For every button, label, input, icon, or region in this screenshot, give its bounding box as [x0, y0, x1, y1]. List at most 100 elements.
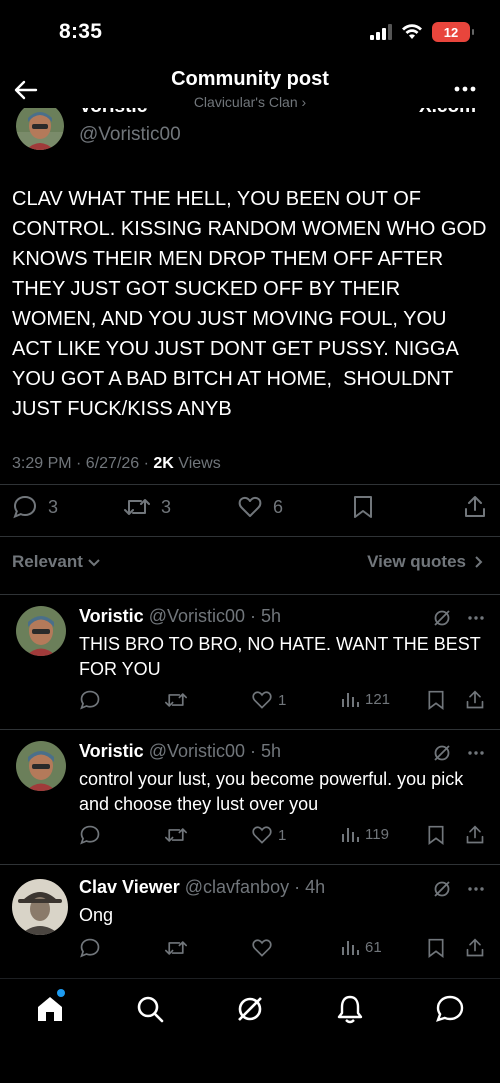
views-button[interactable]: 61	[340, 937, 382, 957]
reply-icon	[13, 495, 37, 519]
reply-author-handle[interactable]: @clavfanboy · 4h	[185, 877, 325, 897]
avatar[interactable]	[12, 879, 68, 935]
like-count: 1	[278, 826, 287, 844]
avatar[interactable]	[16, 108, 64, 150]
grok-icon[interactable]	[234, 993, 266, 1025]
more-icon[interactable]	[466, 743, 486, 763]
reply-header: Voristic @Voristic00 · 5h	[79, 606, 281, 627]
grok-icon[interactable]	[432, 608, 452, 628]
divider	[0, 536, 500, 537]
like-button[interactable]	[251, 937, 278, 959]
reply-button[interactable]	[79, 937, 101, 959]
reply-icon	[80, 690, 100, 710]
reply-top-icons	[432, 879, 486, 899]
reply-text: THIS BRO TO BRO, NO HATE. WANT THE BEST …	[79, 634, 481, 679]
bookmark-button[interactable]	[426, 937, 446, 959]
reply-item[interactable]: Voristic @Voristic00 · 5h THIS BRO TO BR…	[0, 594, 500, 728]
like-button[interactable]: 1	[251, 824, 286, 846]
repost-icon	[165, 693, 187, 707]
bookmark-icon	[428, 938, 444, 958]
bookmark-icon	[428, 825, 444, 845]
reply-actions: 1 119	[0, 824, 500, 848]
post-timestamp: 3:29 PM · 6/27/26 ·	[12, 455, 154, 472]
grok-icon[interactable]	[432, 879, 452, 899]
more-icon[interactable]	[466, 879, 486, 899]
more-icon[interactable]	[452, 76, 478, 102]
repost-icon	[124, 499, 150, 515]
status-icons: 12	[370, 22, 474, 42]
repost-button[interactable]	[164, 689, 188, 711]
avatar[interactable]	[16, 606, 66, 656]
reply-button[interactable]	[79, 824, 101, 846]
repost-button[interactable]: 3	[123, 494, 171, 520]
reply-header: Voristic @Voristic00 · 5h	[79, 741, 281, 762]
share-button[interactable]	[465, 937, 485, 959]
signal-icon	[370, 24, 392, 40]
reply-top-icons	[432, 608, 486, 628]
home-icon[interactable]	[34, 993, 66, 1025]
page-title: Community post	[171, 68, 329, 90]
sort-bar: Relevant View quotes	[0, 548, 500, 576]
reply-item[interactable]: Voristic @Voristic00 · 5h control your l…	[0, 729, 500, 863]
views-count: 119	[365, 825, 389, 843]
more-icon[interactable]	[466, 608, 486, 628]
reply-button[interactable]	[79, 689, 101, 711]
post-author: Voristic X.com @Voristic00	[0, 108, 500, 158]
view-quotes-label: View quotes	[367, 552, 466, 571]
repost-button[interactable]	[164, 824, 188, 846]
view-quotes-link[interactable]: View quotes	[367, 552, 484, 572]
post-body: CLAV WHAT THE HELL, YOU BEEN OUT OF CONT…	[12, 188, 493, 420]
reply-item[interactable]: Clav Viewer @clavfanboy · 4h Ong 61	[0, 865, 500, 977]
bookmark-button[interactable]	[351, 494, 375, 520]
repost-icon	[165, 828, 187, 842]
battery-indicator: 12	[432, 22, 474, 42]
reply-top-icons	[432, 743, 486, 763]
reply-icon	[80, 938, 100, 958]
repost-count: 3	[161, 496, 172, 517]
views-button[interactable]: 121	[340, 689, 390, 709]
views-label: Views	[173, 455, 221, 472]
bookmark-button[interactable]	[426, 689, 446, 711]
sort-dropdown[interactable]: Relevant	[12, 552, 101, 572]
post-meta: 3:29 PM · 6/27/26 · 2K Views	[12, 455, 221, 473]
views-button[interactable]: 119	[340, 824, 389, 844]
like-icon	[252, 826, 272, 844]
reply-count: 3	[48, 496, 59, 517]
messages-icon[interactable]	[434, 993, 466, 1025]
like-icon	[238, 496, 262, 517]
reply-author-handle[interactable]: @Voristic00 · 5h	[149, 741, 281, 761]
like-button[interactable]: 1	[251, 689, 286, 711]
reply-text: control your lust, you become powerful. …	[79, 769, 464, 814]
reply-author-name[interactable]: Voristic	[79, 606, 144, 626]
author-handle[interactable]: @Voristic00	[79, 124, 181, 146]
bookmark-icon	[428, 690, 444, 710]
reply-author-name[interactable]: Clav Viewer	[79, 877, 180, 897]
bookmark-button[interactable]	[426, 824, 446, 846]
reply-button[interactable]: 3	[12, 494, 58, 520]
share-button[interactable]	[463, 494, 487, 520]
search-icon[interactable]	[134, 993, 166, 1025]
status-time: 8:35	[59, 20, 103, 43]
bell-icon[interactable]	[334, 993, 366, 1025]
views-icon	[342, 693, 359, 707]
post-actions: 3 3 6	[0, 494, 500, 526]
views-icon	[342, 828, 359, 842]
share-icon	[465, 496, 485, 517]
author-name[interactable]: Voristic	[79, 108, 147, 118]
reply-header: Clav Viewer @clavfanboy · 4h	[79, 877, 325, 898]
chevron-right-icon	[475, 556, 483, 568]
like-icon	[252, 939, 272, 957]
share-icon	[466, 938, 484, 957]
grok-icon[interactable]	[432, 743, 452, 763]
repost-button[interactable]	[164, 937, 188, 959]
chevron-down-icon	[88, 559, 100, 567]
bottom-nav	[0, 978, 500, 1083]
share-button[interactable]	[465, 824, 485, 846]
like-button[interactable]: 6	[237, 494, 283, 520]
sort-label: Relevant	[12, 552, 83, 571]
reply-author-name[interactable]: Voristic	[79, 741, 144, 761]
views-count: 61	[365, 938, 382, 956]
reply-author-handle[interactable]: @Voristic00 · 5h	[149, 606, 281, 626]
share-button[interactable]	[465, 689, 485, 711]
avatar[interactable]	[16, 741, 66, 791]
